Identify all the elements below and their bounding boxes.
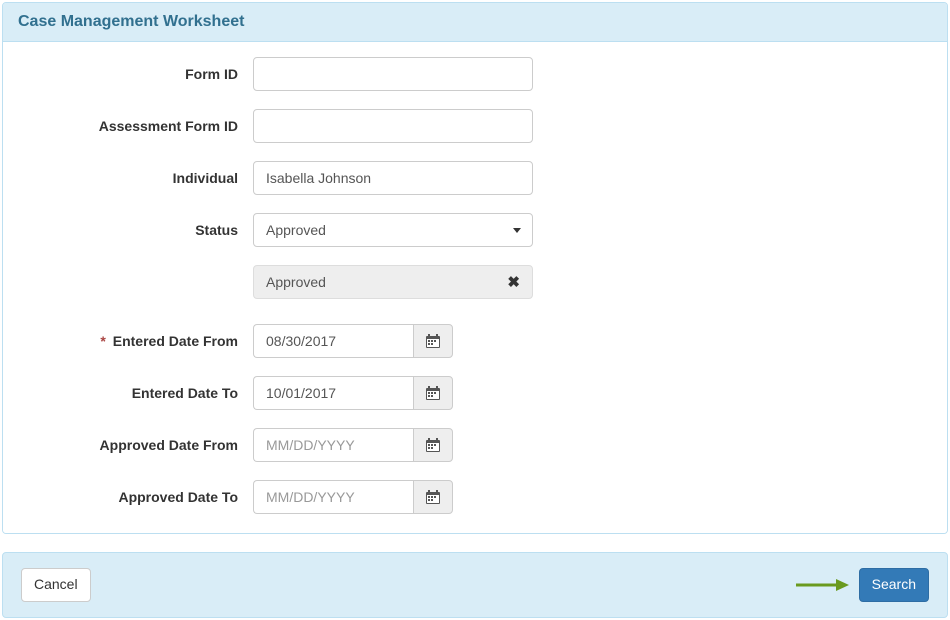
row-entered-date-to: Entered Date To bbox=[18, 376, 932, 410]
label-approved-date-from: Approved Date From bbox=[18, 437, 253, 453]
label-approved-date-to: Approved Date To bbox=[18, 489, 253, 505]
row-individual: Individual bbox=[18, 161, 932, 195]
row-status: Status Approved bbox=[18, 213, 932, 247]
label-text-entered-date-from: Entered Date From bbox=[113, 333, 238, 349]
entered-date-to-picker[interactable] bbox=[413, 376, 453, 410]
row-entered-date-from: * Entered Date From bbox=[18, 324, 932, 358]
calendar-icon bbox=[426, 386, 440, 400]
panel-title: Case Management Worksheet bbox=[3, 3, 947, 42]
status-chip-row: Approved ✖ bbox=[253, 265, 932, 299]
assessment-form-id-input[interactable] bbox=[253, 109, 533, 143]
required-mark: * bbox=[100, 333, 105, 349]
row-assessment-form-id: Assessment Form ID bbox=[18, 109, 932, 143]
calendar-icon bbox=[426, 490, 440, 504]
row-form-id: Form ID bbox=[18, 57, 932, 91]
approved-date-to-picker[interactable] bbox=[413, 480, 453, 514]
case-management-panel: Case Management Worksheet Form ID Assess… bbox=[2, 2, 948, 534]
status-dropdown-toggle[interactable]: Approved bbox=[253, 213, 533, 247]
approved-date-to-input[interactable] bbox=[253, 480, 413, 514]
row-approved-date-to: Approved Date To bbox=[18, 480, 932, 514]
entered-date-to-input[interactable] bbox=[253, 376, 413, 410]
label-entered-date-from: * Entered Date From bbox=[18, 333, 253, 349]
cancel-button[interactable]: Cancel bbox=[21, 568, 91, 602]
row-approved-date-from: Approved Date From bbox=[18, 428, 932, 462]
approved-date-from-input[interactable] bbox=[253, 428, 413, 462]
form-id-input[interactable] bbox=[253, 57, 533, 91]
entered-date-from-picker[interactable] bbox=[413, 324, 453, 358]
search-button[interactable]: Search bbox=[859, 568, 929, 602]
label-assessment-form-id: Assessment Form ID bbox=[18, 118, 253, 134]
label-form-id: Form ID bbox=[18, 66, 253, 82]
footer-right-group: Search bbox=[794, 568, 929, 602]
label-individual: Individual bbox=[18, 170, 253, 186]
panel-body: Form ID Assessment Form ID Individual St… bbox=[3, 42, 947, 533]
close-icon[interactable]: ✖ bbox=[507, 273, 520, 291]
status-chip-text: Approved bbox=[266, 274, 326, 290]
arrow-right-icon bbox=[794, 578, 849, 592]
status-chip: Approved ✖ bbox=[253, 265, 533, 299]
entered-date-from-input[interactable] bbox=[253, 324, 413, 358]
label-entered-date-to: Entered Date To bbox=[18, 385, 253, 401]
footer-bar: Cancel Search bbox=[2, 552, 948, 618]
calendar-icon bbox=[426, 334, 440, 348]
caret-down-icon bbox=[513, 228, 521, 233]
status-dropdown[interactable]: Approved bbox=[253, 213, 533, 247]
calendar-icon bbox=[426, 438, 440, 452]
approved-date-from-picker[interactable] bbox=[413, 428, 453, 462]
label-status: Status bbox=[18, 222, 253, 238]
individual-input[interactable] bbox=[253, 161, 533, 195]
status-selected-text: Approved bbox=[266, 222, 326, 238]
